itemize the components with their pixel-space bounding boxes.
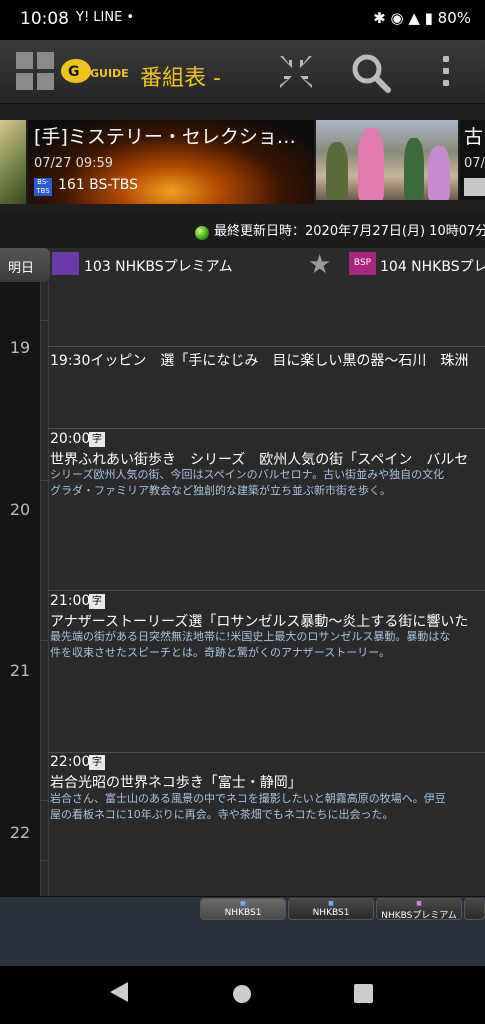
channel-name[interactable]: 104 NHKBSプレ: [380, 256, 485, 276]
g-guide-logo: G GUIDE: [60, 56, 129, 86]
program-description: 最先端の街がある日突然無法地帯に!米国史上最大のロサンゼルス暴動。暴動はな: [50, 630, 451, 643]
slot-divider: [48, 428, 485, 429]
collapse-icon[interactable]: [276, 52, 316, 92]
tick: [41, 320, 48, 321]
program-time: 20:00: [50, 431, 91, 447]
program-time: 21:00: [50, 593, 91, 609]
status-time: 10:08: [20, 9, 69, 29]
featured-datetime: 07/27 09:59: [34, 156, 114, 171]
grid-divider: [48, 282, 49, 896]
subtitle-badge: 字: [89, 432, 105, 447]
program-description: 件を収束させたスピーチとは。奇跡と驚がくのアナザーストーリー。: [50, 646, 391, 659]
program-title[interactable]: 岩合光昭の世界ネコ歩き「富士・静岡」: [50, 772, 302, 792]
featured-photo[interactable]: [316, 120, 458, 200]
status-right: ✱ ◉ ▲ ▮ 80%: [373, 9, 471, 27]
status-bar: 10:08 Y! LINE • ✱ ◉ ▲ ▮ 80%: [0, 0, 485, 40]
tab-indicator-icon: ■: [416, 900, 422, 907]
program-description: 岩合さん、富士山のある風景の中でネコを撮影したいと朝霧高原の牧場へ。伊豆: [50, 792, 446, 805]
tab-nhkbs-premium[interactable]: ■ NHKBSプレミアム: [376, 898, 462, 921]
featured-next-badge: [464, 178, 485, 196]
svg-text:G: G: [68, 64, 80, 80]
channel-logo-bsp[interactable]: BSP: [349, 252, 376, 275]
tab-nhkbs1-2[interactable]: ■ NHKBS1: [288, 898, 374, 920]
tab-indicator-icon: ■: [240, 900, 246, 907]
program-description: グラダ・ファミリア教会など独創的な建築が立ち並ぶ新市街を歩く。: [50, 484, 391, 497]
last-updated-text: 最終更新日時：2020年7月27日(月) 10時07分: [214, 224, 485, 239]
channel-logo-nhkbs-premium[interactable]: [52, 252, 79, 275]
grid-menu-icon[interactable]: [16, 52, 56, 92]
hour-label: 20: [9, 500, 31, 519]
notification-icons: Y! LINE •: [76, 10, 135, 25]
star-icon[interactable]: ★: [308, 250, 331, 280]
page-title[interactable]: 番組表 -: [140, 60, 221, 92]
battery-level: 80%: [437, 9, 471, 27]
hour-column: [0, 282, 40, 896]
featured-next-datetime: 07/: [464, 156, 485, 171]
bs-tbs-badge: BS-TBS: [34, 178, 52, 196]
svg-text:GUIDE: GUIDE: [90, 67, 128, 80]
tab-nhkbs1[interactable]: ■ NHKBS1: [200, 898, 286, 920]
program-description: シリーズ欧州人気の街、今回はスペインのバルセロナ。古い街並みや独自の文化: [50, 468, 445, 481]
hour-label: 19: [9, 338, 31, 357]
slot-divider: [48, 752, 485, 753]
app-bar: G GUIDE 番組表 -: [0, 40, 485, 104]
featured-channel: 161 BS-TBS: [58, 177, 138, 193]
featured-title[interactable]: [手]ミステリー・セレクショ…: [34, 122, 296, 149]
featured-prev-thumbnail[interactable]: [0, 120, 26, 204]
program-title[interactable]: 19:30イッピン 選「手になじみ 目に楽しい黒の器〜石川 珠洲: [50, 350, 468, 370]
prev-day-label: 明日: [8, 261, 35, 276]
back-icon[interactable]: [110, 982, 128, 1002]
prev-day-button[interactable]: 明日: [0, 248, 50, 282]
featured-next-title[interactable]: 古: [464, 122, 483, 149]
slot-divider: [48, 590, 485, 591]
tick: [41, 860, 48, 861]
update-status-icon: [195, 226, 209, 240]
subtitle-badge: 字: [89, 755, 105, 770]
tick: [41, 800, 48, 801]
channel-name[interactable]: 103 NHKBSプレミアム: [84, 256, 233, 276]
tab-indicator-icon: ■: [328, 900, 334, 907]
program-description: 屋の看板ネコに10年ぶりに再会。寺や茶畑でもネコたちに出会った。: [50, 808, 394, 821]
tick: [41, 480, 48, 481]
slot-divider: [48, 346, 485, 347]
home-icon[interactable]: [233, 985, 251, 1003]
overflow-menu-icon[interactable]: [436, 54, 456, 90]
hour-label: 21: [9, 661, 31, 680]
hour-label: 22: [9, 823, 31, 842]
subtitle-badge: 字: [89, 594, 105, 609]
tab-next[interactable]: [464, 898, 485, 920]
recents-icon[interactable]: [354, 984, 373, 1003]
search-icon[interactable]: [350, 52, 392, 94]
signal-icon: ✱ ◉ ▲ ▮: [373, 9, 438, 27]
tick: [41, 640, 48, 641]
program-time: 22:00: [50, 754, 91, 770]
